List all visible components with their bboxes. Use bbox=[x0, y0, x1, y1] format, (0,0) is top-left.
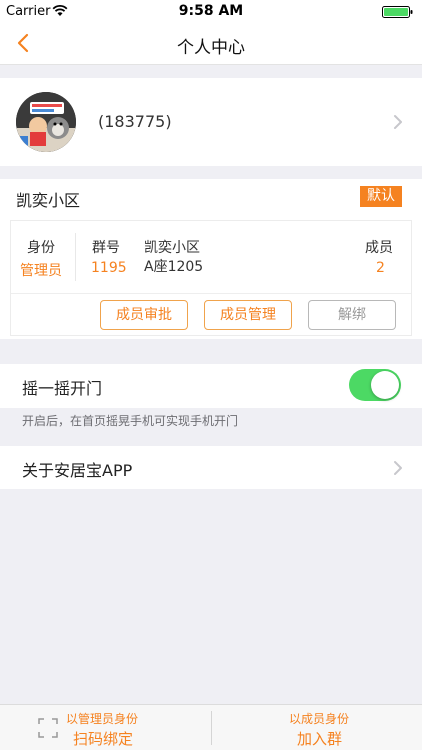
unbind-button[interactable]: 解绑 bbox=[308, 300, 396, 330]
status-bar: Carrier 9:58 AM bbox=[0, 0, 422, 22]
about-label: 关于安居宝APP bbox=[22, 461, 133, 480]
default-badge: 默认 bbox=[360, 186, 402, 207]
shake-open-row: 摇一摇开门 bbox=[0, 364, 422, 408]
bottom-bar: 以管理员身份 扫码绑定 以成员身份 加入群 bbox=[0, 704, 422, 750]
scan-bind-subtitle: 以管理员身份 bbox=[66, 712, 139, 726]
shake-open-toggle[interactable] bbox=[349, 369, 401, 401]
avatar-image bbox=[16, 92, 76, 152]
address-line1: 凯奕小区 bbox=[144, 240, 200, 256]
shake-open-label: 摇一摇开门 bbox=[22, 379, 103, 398]
join-group-subtitle: 以成员身份 bbox=[289, 712, 350, 726]
battery-icon bbox=[382, 6, 413, 18]
profile-row[interactable]: (183775) bbox=[0, 78, 422, 166]
chevron-right-icon bbox=[394, 461, 402, 475]
group-label: 群号 bbox=[92, 240, 120, 256]
card-divider bbox=[75, 233, 76, 281]
shake-open-hint: 开启后，在首页摇晃手机可实现手机开门 bbox=[22, 414, 239, 428]
community-name: 凯奕小区 bbox=[16, 191, 81, 210]
about-row[interactable]: 关于安居宝APP bbox=[0, 446, 422, 489]
members-value: 2 bbox=[376, 260, 385, 276]
scan-bind-button[interactable]: 以管理员身份 扫码绑定 bbox=[0, 705, 211, 750]
toggle-knob bbox=[371, 371, 399, 399]
clock: 9:58 AM bbox=[178, 3, 244, 19]
approve-members-button[interactable]: 成员审批 bbox=[100, 300, 188, 330]
identity-value: 管理员 bbox=[20, 263, 62, 279]
card-separator bbox=[11, 293, 411, 294]
members-label: 成员 bbox=[365, 240, 393, 256]
join-group-label: 加入群 bbox=[297, 730, 343, 748]
community-card: 身份 管理员 群号 1195 凯奕小区 A座1205 成员 2 成员审批 成员管… bbox=[10, 220, 412, 336]
join-group-button[interactable]: 以成员身份 加入群 bbox=[211, 705, 422, 750]
page-title: 个人中心 bbox=[177, 38, 245, 58]
identity-label: 身份 bbox=[27, 240, 55, 256]
user-id: (183775) bbox=[98, 112, 172, 131]
address-line2: A座1205 bbox=[144, 259, 204, 275]
chevron-right-icon bbox=[394, 115, 402, 129]
scan-bind-label: 扫码绑定 bbox=[73, 730, 134, 748]
manage-members-button[interactable]: 成员管理 bbox=[204, 300, 292, 330]
group-value: 1195 bbox=[91, 260, 127, 276]
navigation-bar: 个人中心 bbox=[0, 22, 422, 65]
avatar bbox=[16, 92, 76, 152]
scan-icon bbox=[38, 718, 58, 738]
